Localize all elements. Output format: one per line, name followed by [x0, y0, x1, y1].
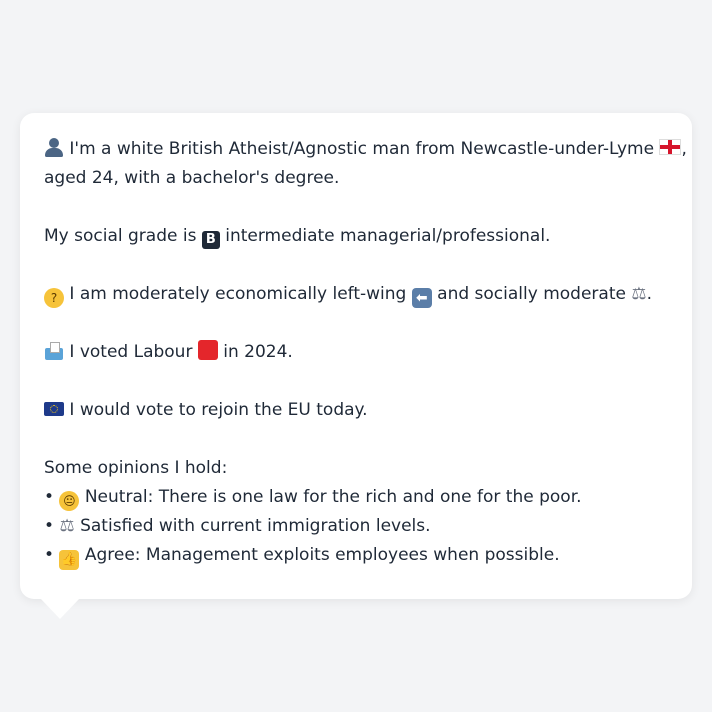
bullet: • — [44, 487, 55, 507]
ideology-end: . — [646, 284, 652, 304]
left-arrow-icon: ⬅ — [411, 288, 432, 308]
opinion-text: Satisfied with current immigration level… — [74, 516, 431, 536]
opinion-item: • 👍 Agree: Management exploits employees… — [44, 541, 668, 570]
neutral-face-icon: 😐 — [59, 491, 80, 511]
identity-line: I'm a white British Atheist/Agnostic man… — [44, 135, 687, 164]
ideology-part2: and socially moderate — [431, 284, 632, 304]
thumbs-up-icon: 👍 — [59, 550, 80, 570]
social-grade-suffix: intermediate managerial/professional. — [219, 226, 551, 246]
england-flag-icon — [659, 139, 682, 155]
eu-text: I would vote to rejoin the EU today. — [64, 400, 368, 420]
vote-part1: I voted Labour — [64, 342, 198, 362]
bullet: • — [44, 545, 55, 565]
letter-b-icon: B — [201, 231, 220, 249]
scales-icon: ⚖ — [59, 516, 75, 536]
identity-comma: , — [681, 139, 687, 159]
ballot-box-icon — [44, 342, 64, 360]
ideology-part1: I am moderately economically left-wing — [64, 284, 412, 304]
identity-text: I'm a white British Atheist/Agnostic man… — [64, 139, 660, 159]
vote-line: I voted Labour in 2024. — [44, 338, 668, 367]
opinion-item: • ⚖ Satisfied with current immigration l… — [44, 512, 668, 541]
opinion-text: Agree: Management exploits employees whe… — [79, 545, 560, 565]
bust-silhouette-icon — [44, 137, 64, 157]
bubble-tail — [40, 598, 80, 619]
vote-part2: in 2024. — [217, 342, 293, 362]
scales-icon: ⚖ — [631, 284, 647, 304]
ideology-line: ? I am moderately economically left-wing… — [44, 280, 668, 309]
opinion-item: • 😐 Neutral: There is one law for the ri… — [44, 483, 668, 512]
opinion-text: Neutral: There is one law for the rich a… — [79, 487, 582, 507]
social-grade-line: My social grade is B intermediate manage… — [44, 222, 668, 251]
thinking-face-icon: ? — [44, 288, 64, 308]
bullet: • — [44, 516, 55, 536]
chat-bubble: I'm a white British Atheist/Agnostic man… — [20, 113, 692, 599]
identity-line-2: aged 24, with a bachelor's degree. — [44, 168, 340, 188]
eu-line: I would vote to rejoin the EU today. — [44, 396, 668, 425]
opinions-heading: Some opinions I hold: — [44, 458, 228, 478]
social-grade-prefix: My social grade is — [44, 226, 202, 246]
red-square-icon — [197, 340, 218, 360]
eu-flag-icon — [44, 402, 64, 416]
